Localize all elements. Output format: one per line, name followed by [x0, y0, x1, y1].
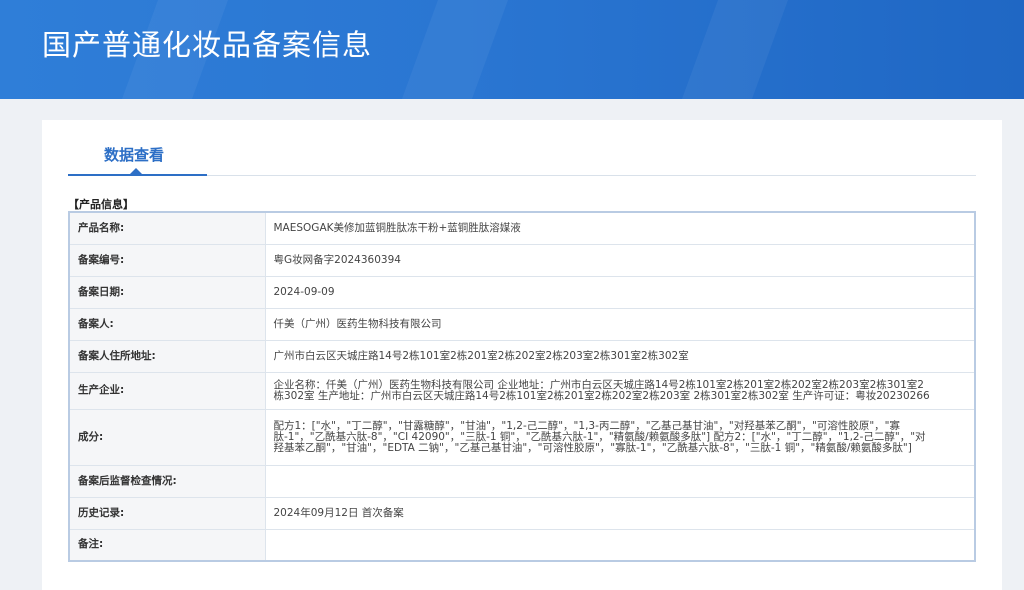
table-row: 备案日期: 2024-09-09 — [68, 275, 976, 309]
table-row: 生产企业: 企业名称：仟美（广州）医药生物科技有限公司 企业地址：广州市白云区天… — [68, 371, 976, 410]
row-value: MAESOGAK美修加蓝铜胜肽冻干粉+蓝铜胜肽溶媒液 — [264, 211, 976, 245]
row-label: 备案编号: — [68, 243, 266, 277]
table-row: 备案人住所地址: 广州市白云区天城庄路14号2栋101室2栋201室2栋202室… — [68, 339, 976, 373]
row-value: 企业名称：仟美（广州）医药生物科技有限公司 企业地址：广州市白云区天城庄路14号… — [264, 371, 976, 410]
row-value: 2024-09-09 — [264, 275, 976, 309]
table-row: 产品名称: MAESOGAK美修加蓝铜胜肽冻干粉+蓝铜胜肽溶媒液 — [68, 211, 976, 245]
table-row: 备案编号: 粤G妆网备字2024360394 — [68, 243, 976, 277]
row-label: 历史记录: — [68, 496, 266, 530]
table-row: 成分: 配方1：["水"，"丁二醇"，"甘露糖醇"，"甘油"，"1,2-己二醇"… — [68, 408, 976, 466]
row-value — [264, 464, 976, 498]
row-label: 产品名称: — [68, 211, 266, 245]
row-label: 备案后监督检查情况: — [68, 464, 266, 498]
banner-decoration — [681, 0, 789, 99]
table-row: 备案后监督检查情况: — [68, 464, 976, 498]
header-banner: 国产普通化妆品备案信息 — [0, 0, 1024, 99]
banner-decoration — [401, 0, 509, 99]
row-value — [264, 528, 976, 562]
row-label: 备注: — [68, 528, 266, 562]
table-row: 历史记录: 2024年09月12日 首次备案 — [68, 496, 976, 530]
row-value: 粤G妆网备字2024360394 — [264, 243, 976, 277]
row-label: 备案人住所地址: — [68, 339, 266, 373]
row-label: 备案人: — [68, 307, 266, 341]
row-value: 2024年09月12日 首次备案 — [264, 496, 976, 530]
row-value: 配方1：["水"，"丁二醇"，"甘露糖醇"，"甘油"，"1,2-己二醇"，"1,… — [264, 408, 976, 466]
row-label: 备案日期: — [68, 275, 266, 309]
section-heading: 【产品信息】 — [68, 198, 134, 211]
row-value: 广州市白云区天城庄路14号2栋101室2栋201室2栋202室2栋203室2栋3… — [264, 339, 976, 373]
row-label: 生产企业: — [68, 371, 266, 410]
tab-active-underline — [68, 174, 207, 176]
product-info-table: 产品名称: MAESOGAK美修加蓝铜胜肽冻干粉+蓝铜胜肽溶媒液 备案编号: 粤… — [68, 211, 976, 562]
page-title: 国产普通化妆品备案信息 — [42, 28, 373, 62]
tab-data-view[interactable]: 数据查看 — [104, 144, 164, 165]
content-card: 数据查看 【产品信息】 产品名称: MAESOGAK美修加蓝铜胜肽冻干粉+蓝铜胜… — [42, 120, 1002, 590]
table-row: 备注: — [68, 528, 976, 562]
row-value: 仟美（广州）医药生物科技有限公司 — [264, 307, 976, 341]
tab-caret-icon — [130, 168, 142, 174]
table-row: 备案人: 仟美（广州）医药生物科技有限公司 — [68, 307, 976, 341]
row-label: 成分: — [68, 408, 266, 466]
